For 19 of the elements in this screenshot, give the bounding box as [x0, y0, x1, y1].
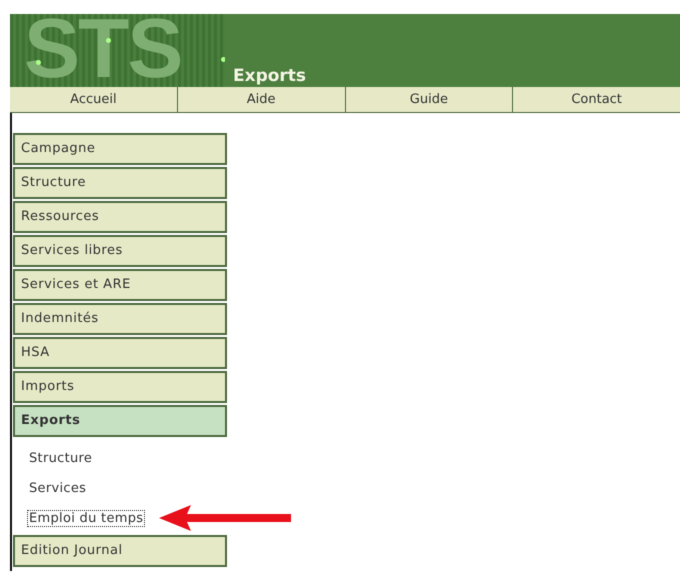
page-title: Exports [233, 66, 306, 86]
menu-item[interactable]: Structure [13, 167, 227, 199]
submenu-link[interactable]: Emploi du temps [27, 510, 146, 526]
menu-item[interactable]: Indemnités [13, 303, 227, 335]
nav-link[interactable]: Aide [176, 87, 344, 112]
menu-item[interactable]: Exports [13, 405, 227, 437]
menu-item[interactable]: Campagne [13, 133, 227, 165]
submenu-link[interactable]: Structure [27, 450, 94, 466]
nav-link[interactable]: Guide [344, 87, 512, 112]
menu-item[interactable]: Services et ARE [13, 269, 227, 301]
nav-link[interactable]: Contact [512, 87, 680, 112]
logo: STS [10, 14, 225, 87]
menu-item[interactable]: HSA [13, 337, 227, 369]
menu-item[interactable]: Services libres [13, 235, 227, 267]
submenu-link[interactable]: Services [27, 480, 88, 496]
menu-item[interactable]: Ressources [13, 201, 227, 233]
menu-item[interactable]: Imports [13, 371, 227, 403]
menu-item[interactable]: Edition Journal [13, 535, 227, 567]
nav-link[interactable]: Accueil [10, 87, 177, 112]
